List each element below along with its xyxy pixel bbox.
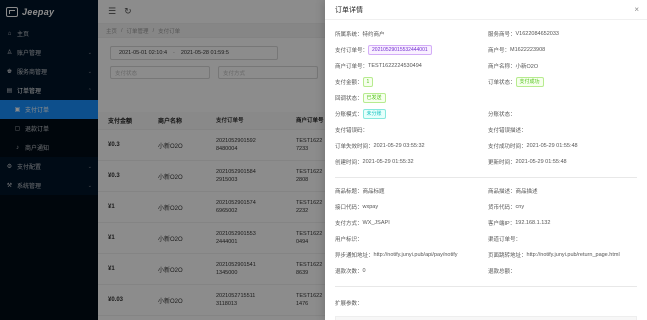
ext-params-label: 扩展参数： bbox=[335, 301, 363, 307]
detail-field bbox=[488, 90, 641, 106]
detail-field: 页面跳转地址： http://notify.junyi.pub/return_pa… bbox=[488, 247, 641, 263]
detail-field: 退款次数： 0 bbox=[335, 263, 488, 279]
detail-field: 异步通知地址： http://notify.junyi.pub/api/pay/n… bbox=[335, 247, 488, 263]
field-label: 商户订单号： bbox=[335, 64, 369, 70]
detail-field: 回调状态： 已发送 bbox=[335, 90, 488, 106]
field-label: 退款次数： bbox=[335, 269, 363, 275]
detail-field: 支付订单号： 20210529015532444001 bbox=[335, 42, 488, 58]
detail-field: 支付方式： WX_JSAPI bbox=[335, 215, 488, 231]
field-value: 商品标题 bbox=[362, 189, 385, 195]
detail-field: 所属系统： 特约商户 bbox=[335, 26, 488, 42]
field-value: 2021-05-29 01:55:48 bbox=[526, 143, 578, 149]
detail-grid-2: 商品标题： 商品标题 商品描述： 商品描述 接口代码： wxpay 货币代码： cny 支付方式… bbox=[335, 183, 637, 279]
field-label: 商品描述： bbox=[488, 189, 516, 195]
field-label: 订单状态： bbox=[488, 80, 516, 86]
detail-field: 服务商号： V1622084652033 bbox=[488, 26, 641, 42]
detail-field: 支付金额： 1 bbox=[335, 74, 488, 90]
field-label: 用户标识： bbox=[335, 237, 363, 243]
field-label: 支付订单号： bbox=[335, 48, 369, 54]
field-value-tag: 支付成功 bbox=[515, 77, 544, 87]
detail-field: 货币代码： cny bbox=[488, 199, 641, 215]
field-label: 支付金额： bbox=[335, 80, 363, 86]
detail-field: 客户端IP： 192.168.1.132 bbox=[488, 215, 641, 231]
drawer-body: 所属系统： 特约商户 服务商号： V1622084652033 支付订单号： 202105… bbox=[325, 20, 647, 320]
field-label: 订单失效时间： bbox=[335, 144, 374, 150]
field-label: 创建时间： bbox=[335, 160, 363, 166]
field-value: V1622084652033 bbox=[515, 31, 559, 37]
field-value: wxpay bbox=[362, 204, 379, 210]
order-detail-drawer: 订单详情 × 所属系统： 特约商户 服务商号： V1622084652033 支付订单号… bbox=[325, 0, 647, 320]
detail-field: 商品描述： 商品描述 bbox=[488, 183, 641, 199]
detail-field: 分账模式： 未分账 bbox=[335, 106, 488, 122]
divider bbox=[335, 177, 637, 178]
field-value: 2021-05-29 01:55:32 bbox=[362, 159, 414, 165]
ext-params-box bbox=[335, 316, 637, 320]
detail-field: 接口代码： wxpay bbox=[335, 199, 488, 215]
field-value: TEST1622224530494 bbox=[368, 63, 422, 69]
field-value: 特约商户 bbox=[362, 32, 385, 38]
detail-field: 商户号： M1622223908 bbox=[488, 42, 641, 58]
field-label: 异步通知地址： bbox=[335, 253, 374, 259]
field-label: 客户端IP： bbox=[488, 221, 516, 227]
field-value: http://notify.junyi.pub/return_page.html bbox=[526, 252, 620, 258]
field-value: M1622223908 bbox=[510, 47, 546, 53]
detail-field: 支付错误描述： bbox=[488, 122, 641, 138]
field-value: cny bbox=[515, 204, 525, 210]
field-label: 渠道订单号： bbox=[488, 237, 522, 243]
field-label: 支付方式： bbox=[335, 221, 363, 227]
detail-field: 商品标题： 商品标题 bbox=[335, 183, 488, 199]
field-label: 更新时间： bbox=[488, 160, 516, 166]
field-value: 2021-05-29 03:55:32 bbox=[373, 143, 425, 149]
detail-field: 用户标识： bbox=[335, 231, 488, 247]
detail-field: 创建时间： 2021-05-29 01:55:32 bbox=[335, 154, 488, 170]
field-label: 分账模式： bbox=[335, 112, 363, 118]
detail-field: 商户订单号： TEST1622224530494 bbox=[335, 58, 488, 74]
detail-field: 支付成功时间： 2021-05-29 01:55:48 bbox=[488, 138, 641, 154]
field-value: 小新O2O bbox=[515, 64, 539, 70]
field-label: 商户号： bbox=[488, 48, 511, 54]
field-label: 服务商号： bbox=[488, 32, 516, 38]
field-value-tag: 已发送 bbox=[362, 93, 386, 103]
close-icon[interactable]: × bbox=[634, 5, 639, 14]
field-label: 接口代码： bbox=[335, 205, 363, 211]
detail-field: 退款总额： bbox=[488, 263, 641, 279]
detail-field: 商户名称： 小新O2O bbox=[488, 58, 641, 74]
drawer-header: 订单详情 × bbox=[325, 0, 647, 20]
field-label: 商品标题： bbox=[335, 189, 363, 195]
field-label: 支付错误码： bbox=[335, 128, 369, 134]
field-label: 回调状态： bbox=[335, 96, 363, 102]
field-value-tag: 未分账 bbox=[362, 109, 386, 119]
drawer-title: 订单详情 bbox=[335, 6, 363, 14]
detail-field: 渠道订单号： bbox=[488, 231, 641, 247]
field-value: 商品描述 bbox=[515, 189, 538, 195]
field-label: 退款总额： bbox=[488, 269, 516, 275]
detail-field: 更新时间： 2021-05-29 01:55:48 bbox=[488, 154, 641, 170]
field-value: 192.168.1.132 bbox=[515, 220, 551, 226]
field-value: http://notify.junyi.pub/api/pay/notify bbox=[373, 252, 458, 258]
field-label: 商户名称： bbox=[488, 64, 516, 70]
detail-field: 订单失效时间： 2021-05-29 03:55:32 bbox=[335, 138, 488, 154]
field-label: 页面跳转地址： bbox=[488, 253, 527, 259]
field-value: 2021-05-29 01:55:48 bbox=[515, 159, 567, 165]
detail-field: 分账状态： bbox=[488, 106, 641, 122]
divider bbox=[335, 286, 637, 287]
field-value: 0 bbox=[362, 268, 366, 274]
field-value-tag: 20210529015532444001 bbox=[368, 45, 432, 55]
field-label: 支付成功时间： bbox=[488, 144, 527, 150]
field-value-tag: 1 bbox=[362, 77, 374, 87]
detail-field: 支付错误码： bbox=[335, 122, 488, 138]
field-label: 货币代码： bbox=[488, 205, 516, 211]
detail-field: 订单状态： 支付成功 bbox=[488, 74, 641, 90]
field-label: 所属系统： bbox=[335, 32, 363, 38]
detail-grid: 所属系统： 特约商户 服务商号： V1622084652033 支付订单号： 202105… bbox=[335, 26, 637, 170]
field-value: WX_JSAPI bbox=[362, 220, 390, 226]
field-label: 支付错误描述： bbox=[488, 128, 527, 134]
field-label: 分账状态： bbox=[488, 112, 516, 118]
